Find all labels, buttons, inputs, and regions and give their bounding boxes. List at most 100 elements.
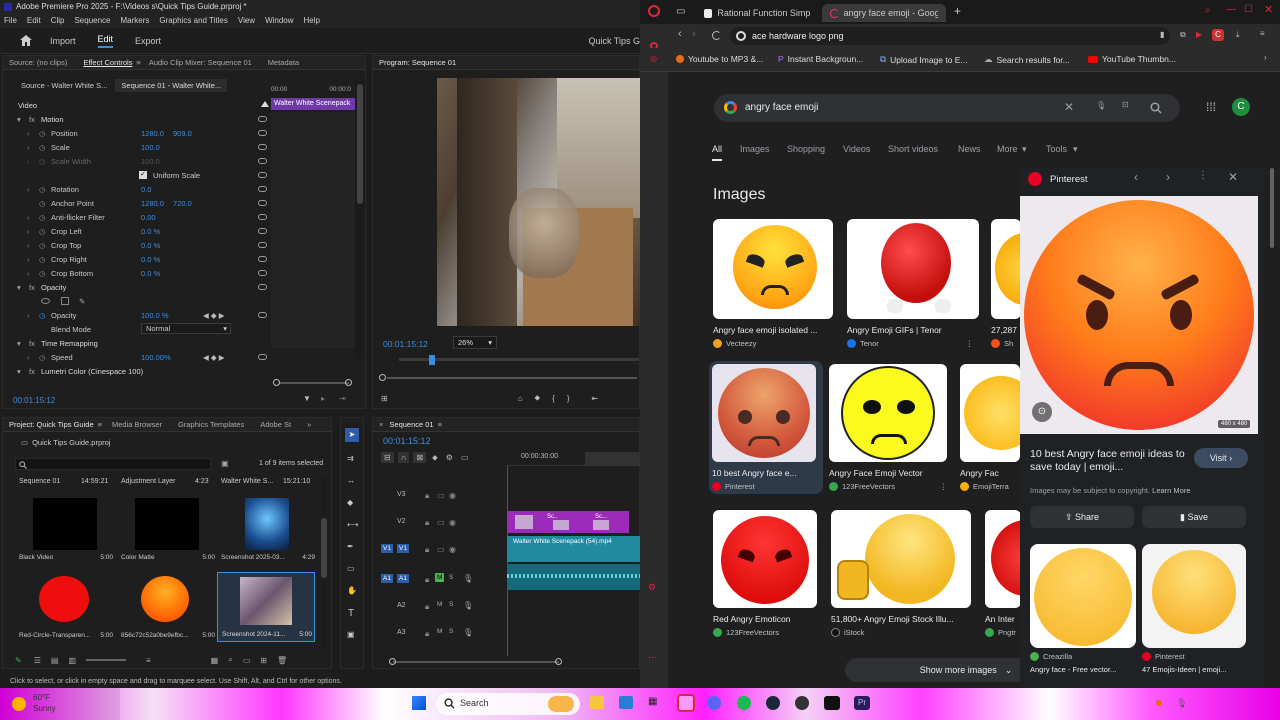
result-title[interactable]: Angry Face Emoji Vector	[829, 468, 951, 478]
stopwatch-icon[interactable]: ◷	[39, 185, 46, 194]
project-tile[interactable]: Color Matte 5:00	[119, 498, 215, 564]
lock-icon[interactable]: 🔒︎	[425, 545, 429, 555]
zoom-level-select[interactable]: 26% ▾	[453, 336, 497, 349]
list-view-icon[interactable]: ☰	[34, 656, 41, 665]
fx-icon[interactable]: fx	[29, 115, 35, 124]
windows-start-icon[interactable]	[412, 696, 426, 710]
expand-icon[interactable]: ›	[27, 227, 30, 236]
tab-sequence[interactable]: Sequence 01	[389, 420, 433, 429]
sidebar-settings-icon[interactable]: ⚙	[648, 582, 656, 593]
close-icon[interactable]: ×	[379, 420, 383, 429]
preview-title[interactable]: 10 best Angry face emoji ideas to save t…	[1030, 448, 1190, 474]
preview-image[interactable]: ⊙ 480 x 480	[1020, 196, 1258, 434]
stopwatch-icon[interactable]: ◷	[39, 213, 46, 222]
position-x-value[interactable]: 1280.0	[141, 129, 164, 138]
project-tile[interactable]: Black Video 5:00	[17, 498, 113, 564]
menu-window[interactable]: Window	[265, 14, 293, 28]
opera-logo-icon[interactable]	[648, 5, 660, 17]
pen-mask-icon[interactable]: ✎	[79, 297, 85, 306]
source-clip-tab[interactable]: Source - Walter White S...	[21, 81, 107, 90]
panel-menu-icon[interactable]: ≡	[98, 420, 102, 429]
mic-icon[interactable]: 🎙︎	[463, 601, 473, 610]
pencil-icon[interactable]: ✎	[15, 656, 22, 665]
reset-icon[interactable]	[258, 214, 267, 220]
maximize-icon[interactable]: ☐	[1244, 4, 1253, 15]
tab-media-browser[interactable]: Media Browser	[112, 420, 162, 429]
reset-icon[interactable]	[258, 242, 267, 248]
menu-markers[interactable]: Markers	[121, 14, 150, 28]
v1-clip[interactable]: Walter White Scenepack (54).mp4	[507, 536, 640, 562]
source-patch-a1[interactable]: A1	[381, 574, 393, 583]
tab-audio-mixer[interactable]: Audio Clip Mixer: Sequence 01	[149, 58, 252, 67]
ripple-edit-icon[interactable]: ↔	[347, 476, 355, 485]
reset-icon[interactable]	[258, 354, 267, 360]
panel-menu-icon[interactable]: ≡	[136, 58, 140, 67]
account-avatar[interactable]: C	[1232, 98, 1250, 116]
reset-icon[interactable]	[258, 186, 267, 192]
opacity-value[interactable]: 100.0 %	[141, 311, 169, 320]
solo-button[interactable]: S	[449, 601, 453, 608]
export-tab[interactable]: Export	[135, 36, 161, 46]
sidebar-more-icon[interactable]: ⋯	[648, 652, 657, 663]
image-result[interactable]: Angry face emoji isolated ... Vecteezy	[713, 219, 835, 348]
rect-mask-icon[interactable]	[61, 297, 69, 305]
learn-more-link[interactable]: Learn More	[1152, 486, 1190, 495]
image-result[interactable]: An Inter Pngtr	[985, 510, 1025, 637]
find-icon[interactable]: ⌕	[228, 655, 232, 665]
timeline-timecode[interactable]: 00:01:15:12	[383, 436, 431, 446]
eye-icon[interactable]: ◉	[449, 545, 456, 554]
play-icon[interactable]: ▶	[1196, 30, 1202, 39]
menu-help[interactable]: Help	[304, 14, 320, 28]
nest-icon[interactable]: ⊟	[381, 452, 394, 463]
crop-top-value[interactable]: 0.0 %	[141, 241, 160, 250]
track-a1[interactable]: A1 A1 🔒︎ M S 🎙︎	[373, 564, 640, 592]
project-tile[interactable]: 856c72c52a0be9efbc... 5:00	[119, 574, 215, 640]
new-item-icon[interactable]: ⊞	[260, 656, 267, 665]
image-result[interactable]: Angry Face Emoji Vector 123FreeVectors ⋮	[829, 364, 951, 491]
image-result[interactable]: Red Angry Emoticon 123FreeVectors	[713, 510, 819, 637]
position-y-value[interactable]: 909.0	[173, 129, 192, 138]
uniform-scale-checkbox[interactable]: ✓	[139, 171, 147, 179]
forward-icon[interactable]: ›	[692, 28, 696, 40]
mute-button[interactable]: M	[437, 601, 442, 608]
keyframe-area[interactable]	[271, 112, 355, 348]
tray-notification-icon[interactable]	[1156, 700, 1162, 706]
tab-effect-controls[interactable]: Effect Controls	[83, 58, 132, 67]
fx-icon[interactable]: fx	[29, 367, 35, 376]
result-thumbnail[interactable]	[991, 219, 1021, 319]
project-tile[interactable]: Screenshot 2025-03... 4:29	[219, 498, 315, 564]
premiere-taskbar-icon[interactable]: Pr	[854, 696, 870, 710]
search-tab-short-videos[interactable]: Short videos	[888, 144, 938, 154]
lock-icon[interactable]: 🔒︎	[425, 491, 429, 501]
minimize-icon[interactable]: —	[1226, 4, 1236, 15]
flicker-value[interactable]: 0.00	[141, 213, 156, 222]
tab-graphics-templates[interactable]: Graphics Templates	[178, 420, 244, 429]
result-title[interactable]: Angry Fac	[960, 468, 1020, 478]
next-image-icon[interactable]: ›	[1166, 170, 1170, 184]
hand-tool-icon[interactable]: ✋	[347, 586, 357, 595]
lock-icon[interactable]: 🔒︎	[425, 575, 429, 585]
program-video-frame[interactable]	[437, 78, 640, 326]
more-options-icon[interactable]: ⋮	[1198, 170, 1208, 181]
crop-bottom-value[interactable]: 0.0 %	[141, 269, 160, 278]
more-options-icon[interactable]: ⋮	[940, 482, 948, 491]
taskbar-search[interactable]: Search	[436, 693, 580, 715]
mic-icon[interactable]: 🎙︎	[463, 628, 473, 637]
captions-icon[interactable]: ▣	[347, 630, 355, 639]
lumetri-expand-icon[interactable]: ▾	[17, 367, 21, 376]
program-scrubber[interactable]	[379, 354, 640, 366]
search-tab-news[interactable]: News	[958, 144, 981, 154]
reset-icon[interactable]	[258, 284, 267, 290]
playhead-icon[interactable]	[429, 355, 435, 365]
zoom-handle-left[interactable]	[273, 379, 280, 386]
opera-taskbar-icon[interactable]	[677, 694, 695, 712]
home-icon[interactable]	[20, 35, 32, 46]
mark-out-icon[interactable]: }	[567, 394, 570, 403]
trash-icon[interactable]: 🗑	[277, 656, 287, 665]
show-more-images-button[interactable]: Show more images ⌄	[845, 658, 1031, 682]
menu-file[interactable]: File	[4, 14, 17, 28]
tab-metadata[interactable]: Metadata	[268, 58, 299, 67]
expand-icon[interactable]: ›	[27, 213, 30, 222]
search-tab-all[interactable]: All	[712, 144, 723, 161]
captions-track-icon[interactable]: ▭	[461, 453, 469, 462]
